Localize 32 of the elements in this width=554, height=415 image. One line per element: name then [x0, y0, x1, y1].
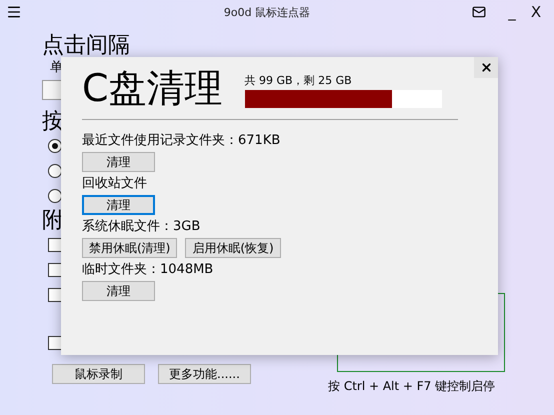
item-label: 系统休眠文件：3GB	[82, 218, 200, 235]
radio-button[interactable]	[48, 189, 62, 203]
record-button[interactable]: 鼠标录制	[52, 364, 145, 384]
item-label: 临时文件夹：1048MB	[82, 261, 214, 278]
field-label: 单	[50, 59, 63, 76]
hotkey-hint: 按 Ctrl + Alt + F7 键控制启停	[328, 378, 496, 395]
input-field[interactable]	[42, 80, 62, 100]
dialog-title: C盘清理	[82, 65, 223, 112]
radio-button[interactable]	[48, 139, 62, 153]
item-label: 回收站文件	[82, 175, 147, 192]
clean-button[interactable]: 清理	[82, 195, 155, 215]
section-heading: 附	[42, 209, 64, 233]
checkbox[interactable]	[48, 238, 62, 252]
clean-button[interactable]: 清理	[82, 152, 155, 172]
checkbox[interactable]	[48, 263, 62, 277]
more-button[interactable]: 更多功能......	[158, 364, 251, 384]
clean-button[interactable]: 清理	[82, 281, 155, 301]
mail-icon[interactable]	[472, 5, 486, 19]
close-button[interactable]	[474, 57, 498, 78]
close-icon	[480, 61, 492, 74]
item-label: 最近文件使用记录文件夹：671KB	[82, 132, 280, 149]
window-title: 9o0d 鼠标连点器	[222, 4, 312, 20]
menu-icon[interactable]	[6, 4, 22, 20]
section-heading: 点击间隔	[42, 34, 130, 58]
close-window-button[interactable]: X	[524, 3, 548, 21]
radio-button[interactable]	[48, 164, 62, 178]
disk-info: 共 99 GB，剩 25 GB	[244, 73, 352, 88]
clean-button[interactable]: 禁用休眠(清理)	[82, 238, 178, 258]
minimize-button[interactable]: _	[500, 3, 524, 21]
checkbox[interactable]	[48, 336, 62, 350]
checkbox[interactable]	[48, 288, 62, 302]
clean-button[interactable]: 启用休眠(恢复)	[185, 238, 281, 258]
